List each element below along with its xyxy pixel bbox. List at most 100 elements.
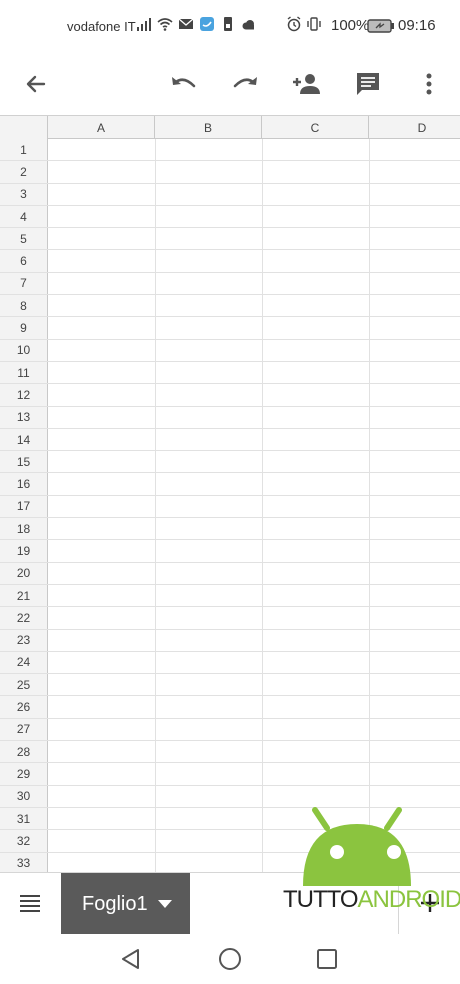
grid-row[interactable]: 25 — [0, 674, 460, 697]
dropdown-caret-icon — [157, 900, 172, 908]
grid-row[interactable]: 22 — [0, 607, 460, 630]
row-header[interactable]: 23 — [0, 629, 48, 651]
grid-row[interactable]: 7 — [0, 272, 460, 296]
row-header[interactable]: 10 — [0, 339, 48, 361]
row-header[interactable]: 32 — [0, 830, 48, 852]
grid-row[interactable]: 19 — [0, 540, 460, 563]
sheet-tab-foglio1[interactable]: Foglio1 — [61, 873, 190, 935]
grid-row[interactable]: 18 — [0, 518, 460, 541]
row-header[interactable]: 3 — [0, 183, 48, 205]
row-header[interactable]: 12 — [0, 384, 48, 406]
row-header[interactable]: 15 — [0, 451, 48, 473]
grid-row[interactable]: 12 — [0, 384, 460, 407]
wifi-icon — [157, 18, 173, 31]
grid-row[interactable]: 2 — [0, 161, 460, 184]
row-header[interactable]: 11 — [0, 361, 48, 384]
grid-row[interactable]: 28 — [0, 741, 460, 764]
grid-row[interactable]: 24 — [0, 651, 460, 675]
row-header[interactable]: 20 — [0, 562, 48, 584]
more-vert-icon — [426, 73, 432, 95]
row-header[interactable]: 14 — [0, 428, 48, 451]
row-header[interactable]: 22 — [0, 607, 48, 629]
more-options-button[interactable] — [409, 64, 449, 104]
nav-back-button[interactable] — [116, 944, 146, 974]
select-all-corner[interactable] — [0, 116, 48, 139]
row-header[interactable]: 26 — [0, 696, 48, 718]
share-add-person-button[interactable] — [286, 64, 326, 104]
grid-row[interactable]: 11 — [0, 361, 460, 385]
row-header[interactable]: 16 — [0, 473, 48, 495]
grid-row[interactable]: 30 — [0, 785, 460, 808]
grid-row[interactable]: 31 — [0, 807, 460, 831]
row-header[interactable]: 31 — [0, 807, 48, 830]
grid-row[interactable]: 9 — [0, 317, 460, 340]
row-header[interactable]: 5 — [0, 228, 48, 250]
grid-row[interactable]: 3 — [0, 183, 460, 206]
grid-row[interactable]: 4 — [0, 205, 460, 229]
row-header[interactable]: 27 — [0, 718, 48, 741]
app-toolbar — [0, 52, 460, 114]
grid-row[interactable]: 17 — [0, 495, 460, 519]
cloud-icon — [242, 20, 254, 30]
comment-button[interactable] — [348, 64, 388, 104]
grid-rows: 1 2 3 4 5 6 7 8 9 10 11 12 13 14 15 16 1… — [0, 139, 460, 872]
grid-row[interactable]: 1 — [0, 139, 460, 162]
row-header[interactable]: 7 — [0, 272, 48, 295]
row-header[interactable]: 25 — [0, 674, 48, 696]
column-header[interactable]: A — [48, 116, 155, 139]
sheet-list-button[interactable] — [10, 883, 50, 923]
sheet-tab-bar: Foglio1 — [0, 872, 460, 935]
row-header[interactable]: 19 — [0, 540, 48, 562]
row-header[interactable]: 8 — [0, 295, 48, 317]
grid-row[interactable]: 5 — [0, 228, 460, 251]
nav-recents-button[interactable] — [312, 944, 342, 974]
grid-row[interactable]: 14 — [0, 428, 460, 452]
back-button[interactable] — [16, 64, 56, 104]
battery-percent: 100% — [331, 17, 370, 34]
row-header[interactable]: 33 — [0, 852, 48, 872]
undo-icon — [172, 77, 196, 88]
grid-row[interactable]: 13 — [0, 406, 460, 429]
row-header[interactable]: 18 — [0, 518, 48, 540]
grid-row[interactable]: 8 — [0, 295, 460, 318]
column-header[interactable]: D — [369, 116, 460, 139]
grid-row[interactable]: 10 — [0, 339, 460, 362]
add-sheet-button[interactable] — [414, 887, 446, 919]
row-header[interactable]: 6 — [0, 250, 48, 272]
row-header[interactable]: 29 — [0, 763, 48, 785]
row-header[interactable]: 30 — [0, 785, 48, 807]
row-header[interactable]: 28 — [0, 741, 48, 763]
carrier-label: vodafone IT — [67, 19, 136, 34]
grid-row[interactable]: 32 — [0, 830, 460, 853]
grid-row[interactable]: 15 — [0, 451, 460, 474]
row-header[interactable]: 2 — [0, 161, 48, 183]
row-header[interactable]: 9 — [0, 317, 48, 339]
row-header[interactable]: 17 — [0, 495, 48, 518]
status-bar: vodafone IT 100% 09:16 — [0, 0, 460, 52]
grid-row[interactable]: 20 — [0, 562, 460, 585]
row-header[interactable]: 1 — [0, 139, 48, 161]
grid-row[interactable]: 29 — [0, 763, 460, 786]
row-header[interactable]: 24 — [0, 651, 48, 674]
grid-row[interactable]: 6 — [0, 250, 460, 273]
grid-row[interactable]: 26 — [0, 696, 460, 719]
nav-home-button[interactable] — [215, 944, 245, 974]
column-header[interactable]: C — [262, 116, 369, 139]
row-header[interactable]: 21 — [0, 584, 48, 607]
undo-button[interactable] — [164, 64, 204, 104]
spreadsheet-grid[interactable]: A B C D 1 2 3 4 5 6 7 8 9 10 11 12 13 14… — [0, 115, 460, 872]
row-header[interactable]: 4 — [0, 205, 48, 228]
redo-button[interactable] — [225, 64, 265, 104]
mail-icon — [178, 18, 194, 29]
column-header[interactable]: B — [155, 116, 262, 139]
grid-row[interactable]: 33 — [0, 852, 460, 872]
battery-icon — [367, 19, 394, 33]
plus-icon — [421, 894, 439, 912]
grid-row[interactable]: 23 — [0, 629, 460, 652]
grid-row[interactable]: 21 — [0, 584, 460, 608]
signal-icon — [137, 18, 151, 31]
grid-row[interactable]: 27 — [0, 718, 460, 742]
row-header[interactable]: 13 — [0, 406, 48, 428]
redo-icon — [233, 77, 257, 88]
grid-row[interactable]: 16 — [0, 473, 460, 496]
